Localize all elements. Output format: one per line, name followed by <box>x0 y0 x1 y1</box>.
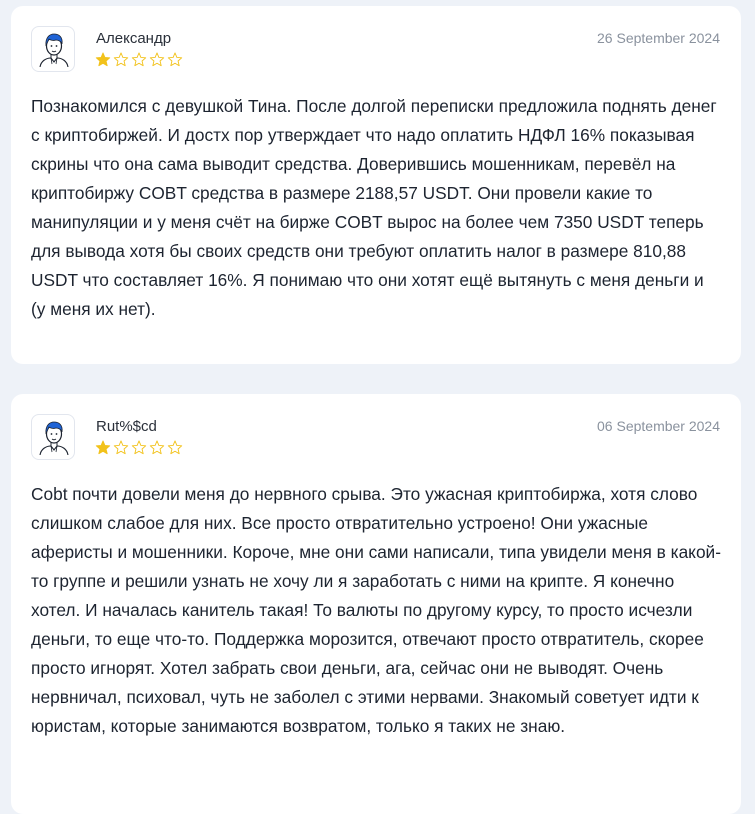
review-text: Познакомился с девушкой Тина. После долг… <box>31 96 717 319</box>
star-icon <box>95 440 111 455</box>
user-avatar-icon <box>39 33 69 67</box>
star-rating <box>95 52 183 67</box>
star-icon <box>149 52 165 67</box>
reviews-feed: Александр 26 September 2024 Познакомился… <box>0 0 755 814</box>
star-icon <box>95 52 111 67</box>
review-card: Александр 26 September 2024 Познакомился… <box>11 6 741 364</box>
avatar <box>31 26 75 72</box>
avatar <box>31 414 75 460</box>
star-icon <box>167 440 183 455</box>
review-date: 06 September 2024 <box>597 418 720 434</box>
review-author[interactable]: Rut%$cd <box>96 418 157 435</box>
star-icon <box>113 52 129 67</box>
review-card: Rut%$cd 06 September 2024 Cobt почти дов… <box>11 394 741 814</box>
review-text: Cobt почти довели меня до нервного срыва… <box>31 484 721 736</box>
review-author[interactable]: Александр <box>96 30 171 47</box>
star-rating <box>95 440 183 455</box>
star-icon <box>113 440 129 455</box>
star-icon <box>167 52 183 67</box>
user-avatar-icon <box>39 421 69 455</box>
star-icon <box>149 440 165 455</box>
star-icon <box>131 52 147 67</box>
review-date: 26 September 2024 <box>597 30 720 46</box>
star-icon <box>131 440 147 455</box>
